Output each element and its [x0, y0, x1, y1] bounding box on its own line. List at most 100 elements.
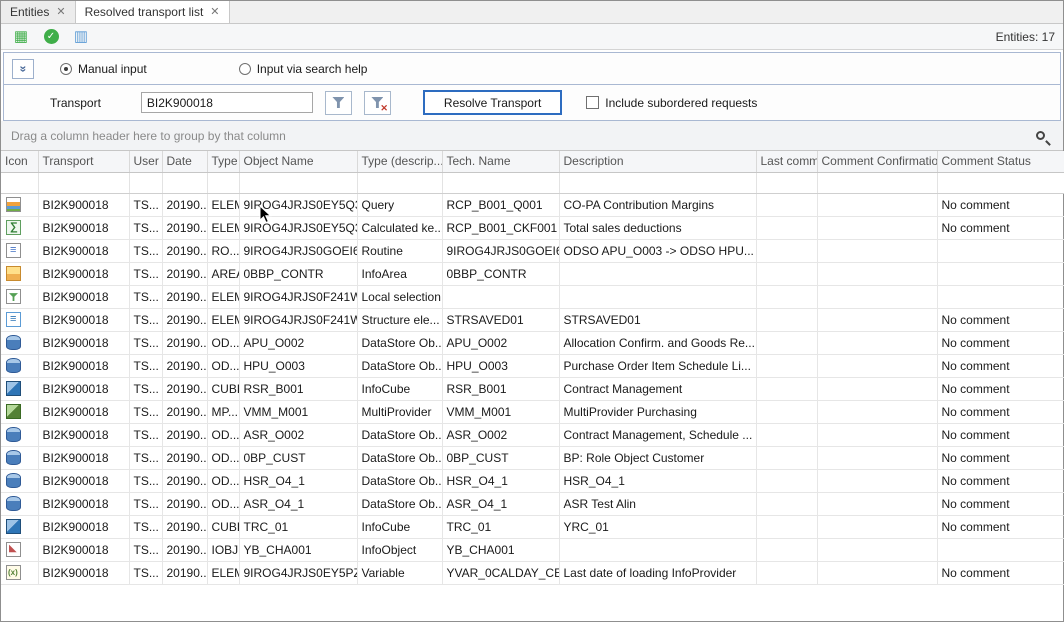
cell-user: TS...	[129, 446, 162, 469]
column-header[interactable]: Comment Confirmation	[817, 151, 937, 172]
cell-description: YRC_01	[559, 515, 756, 538]
cell-transport: BI2K900018	[38, 446, 129, 469]
cell-description: Last date of loading InfoProvider	[559, 561, 756, 584]
cell-description	[559, 285, 756, 308]
filter-cell[interactable]	[559, 172, 756, 193]
table-row[interactable]: BI2K900018TS...20190...OD...0BP_CUSTData…	[1, 446, 1064, 469]
column-header[interactable]: Type	[207, 151, 239, 172]
cell-last_comment	[756, 538, 817, 561]
include-subordered-option[interactable]: Include subordered requests	[586, 96, 757, 110]
table-row[interactable]: BI2K900018TS...20190...OD...HSR_O4_1Data…	[1, 469, 1064, 492]
radio-search-help-label: Input via search help	[257, 62, 368, 76]
filter-cell[interactable]	[357, 172, 442, 193]
tab-resolved-transport-list[interactable]: Resolved transport list ✕	[76, 1, 230, 23]
filter-cell[interactable]	[207, 172, 239, 193]
cell-object_name: 9IROG4JRJS0GOEI6...	[239, 239, 357, 262]
table-row[interactable]: BI2K900018TS...20190...OD...ASR_O4_1Data…	[1, 492, 1064, 515]
cell-user: TS...	[129, 193, 162, 216]
filter-cell[interactable]	[129, 172, 162, 193]
filter-cell[interactable]	[239, 172, 357, 193]
radio-manual-input[interactable]: Manual input	[60, 62, 147, 76]
clear-filter-button[interactable]: ✕	[364, 91, 391, 115]
group-by-panel[interactable]: Drag a column header here to group by th…	[1, 121, 1063, 151]
table-row[interactable]: BI2K900018TS...20190...CUBERSR_B001InfoC…	[1, 377, 1064, 400]
tab-entities[interactable]: Entities ✕	[1, 1, 76, 23]
cell-transport: BI2K900018	[38, 193, 129, 216]
table-row[interactable]: BI2K900018TS...20190...ELEM9IROG4JRJS0F2…	[1, 285, 1064, 308]
cell-comment_confirmation	[817, 239, 937, 262]
filter-cell[interactable]	[38, 172, 129, 193]
cell-comment_status	[937, 538, 1064, 561]
table-row[interactable]: BI2K900018TS...20190...OD...APU_O002Data…	[1, 331, 1064, 354]
input-mode-row: » Manual input Input via search help	[4, 53, 1060, 84]
search-icon[interactable]	[1036, 131, 1045, 140]
cell-object_name: ASR_O002	[239, 423, 357, 446]
filter-cell[interactable]	[937, 172, 1064, 193]
resolve-transport-button[interactable]: Resolve Transport	[423, 90, 562, 115]
column-header[interactable]: Date	[162, 151, 207, 172]
confirm-button[interactable]: ✓	[39, 26, 63, 48]
cell-date: 20190...	[162, 423, 207, 446]
filter-cell[interactable]	[817, 172, 937, 193]
cell-object_name: 9IROG4JRJS0F241W...	[239, 308, 357, 331]
table-row[interactable]: BI2K900018TS...20190...IOBJYB_CHA001Info…	[1, 538, 1064, 561]
entities-count-label: Entities: 17	[996, 30, 1055, 44]
table-row[interactable]: BI2K900018TS...20190...AREA0BBP_CONTRInf…	[1, 262, 1064, 285]
cell-date: 20190...	[162, 400, 207, 423]
table-row[interactable]: BI2K900018TS...20190...RO...9IROG4JRJS0G…	[1, 239, 1064, 262]
cell-description	[559, 262, 756, 285]
cell-last_comment	[756, 285, 817, 308]
cell-object_name: 0BBP_CONTR	[239, 262, 357, 285]
collapse-panel-button[interactable]: »	[12, 59, 34, 79]
close-icon[interactable]: ✕	[56, 7, 65, 18]
filter-cell[interactable]	[756, 172, 817, 193]
cell-type: RO...	[207, 239, 239, 262]
column-header[interactable]: Last commenti...	[756, 151, 817, 172]
column-header[interactable]: User	[129, 151, 162, 172]
table-row[interactable]: BI2K900018TS...20190...OD...HPU_O003Data…	[1, 354, 1064, 377]
column-header[interactable]: Transport	[38, 151, 129, 172]
cell-type_desc: DataStore Ob...	[357, 469, 442, 492]
column-chooser-button[interactable]: ▥	[69, 26, 93, 48]
grid-table: IconTransportUserDateTypeObject NameType…	[1, 151, 1064, 585]
column-header[interactable]: Icon	[1, 151, 38, 172]
table-row[interactable]: BI2K900018TS...20190...ELEM9IROG4JRJS0EY…	[1, 561, 1064, 584]
cell-last_comment	[756, 331, 817, 354]
radio-input-via-search-help[interactable]: Input via search help	[239, 62, 368, 76]
table-row[interactable]: BI2K900018TS...20190...MP...VMM_M001Mult…	[1, 400, 1064, 423]
cell-user: TS...	[129, 515, 162, 538]
table-row[interactable]: BI2K900018TS...20190...ELEM9IROG4JRJS0F2…	[1, 308, 1064, 331]
table-row[interactable]: BI2K900018TS...20190...CUBETRC_01InfoCub…	[1, 515, 1064, 538]
cell-description: CO-PA Contribution Margins	[559, 193, 756, 216]
cell-comment_status: No comment	[937, 469, 1064, 492]
icon-cell	[1, 446, 38, 469]
filter-cell[interactable]	[162, 172, 207, 193]
column-header[interactable]: Description	[559, 151, 756, 172]
column-header[interactable]: Object Name	[239, 151, 357, 172]
cell-date: 20190...	[162, 515, 207, 538]
include-subordered-checkbox[interactable]	[586, 96, 599, 109]
cell-tech_name: YVAR_0CALDAY_CE...	[442, 561, 559, 584]
table-row[interactable]: BI2K900018TS...20190...ELEM9IROG4JRJS0EY…	[1, 216, 1064, 239]
export-button[interactable]: ▦	[9, 26, 33, 48]
edit-filter-button[interactable]	[325, 91, 352, 115]
column-header[interactable]: Comment Status	[937, 151, 1064, 172]
icon-cell	[1, 423, 38, 446]
column-header[interactable]: Type (descrip...	[357, 151, 442, 172]
cell-date: 20190...	[162, 377, 207, 400]
close-icon[interactable]: ✕	[210, 7, 219, 18]
cell-user: TS...	[129, 423, 162, 446]
cell-description: ASR Test Alin	[559, 492, 756, 515]
cell-type_desc: InfoCube	[357, 377, 442, 400]
transport-input[interactable]	[141, 92, 313, 113]
table-row[interactable]: BI2K900018TS...20190...ELEM9IROG4JRJS0EY…	[1, 193, 1064, 216]
cell-object_name: HSR_O4_1	[239, 469, 357, 492]
filter-cell[interactable]	[442, 172, 559, 193]
table-row[interactable]: BI2K900018TS...20190...OD...ASR_O002Data…	[1, 423, 1064, 446]
cell-last_comment	[756, 262, 817, 285]
cell-description: Total sales deductions	[559, 216, 756, 239]
cell-tech_name: TRC_01	[442, 515, 559, 538]
cell-comment_confirmation	[817, 308, 937, 331]
filter-cell[interactable]	[1, 172, 38, 193]
column-header[interactable]: Tech. Name	[442, 151, 559, 172]
